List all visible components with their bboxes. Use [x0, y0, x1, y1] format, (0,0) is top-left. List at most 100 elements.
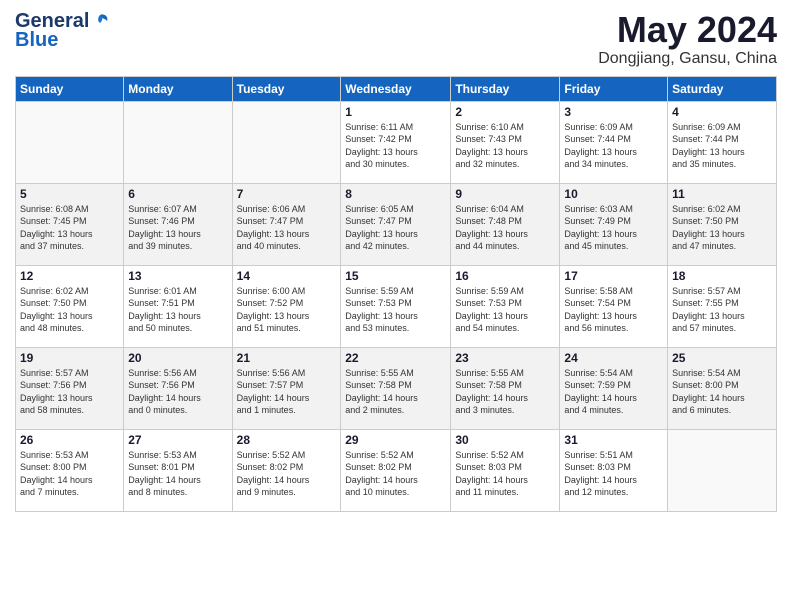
day-info: Sunrise: 5:54 AM Sunset: 7:59 PM Dayligh… — [564, 367, 663, 417]
day-info: Sunrise: 5:56 AM Sunset: 7:57 PM Dayligh… — [237, 367, 337, 417]
day-info: Sunrise: 6:02 AM Sunset: 7:50 PM Dayligh… — [672, 203, 772, 253]
day-info: Sunrise: 5:55 AM Sunset: 7:58 PM Dayligh… — [455, 367, 555, 417]
day-info: Sunrise: 5:53 AM Sunset: 8:00 PM Dayligh… — [20, 449, 119, 499]
day-info: Sunrise: 6:09 AM Sunset: 7:44 PM Dayligh… — [672, 121, 772, 171]
table-row: 17Sunrise: 5:58 AM Sunset: 7:54 PM Dayli… — [560, 265, 668, 347]
day-info: Sunrise: 6:03 AM Sunset: 7:49 PM Dayligh… — [564, 203, 663, 253]
day-info: Sunrise: 6:08 AM Sunset: 7:45 PM Dayligh… — [20, 203, 119, 253]
table-row — [232, 101, 341, 183]
table-row: 9Sunrise: 6:04 AM Sunset: 7:48 PM Daylig… — [451, 183, 560, 265]
calendar-week-row: 26 Sunrise: 5:53 AM Sunset: 8:00 PM Dayli… — [16, 429, 777, 511]
day-info: Sunrise: 6:01 AM Sunset: 7:51 PM Dayligh… — [128, 285, 227, 335]
day-info: Sunrise: 6:07 AM Sunset: 7:46 PM Dayligh… — [128, 203, 227, 253]
logo-bird-icon — [89, 11, 111, 33]
day-number: 2 — [455, 105, 555, 119]
calendar: Sunday Monday Tuesday Wednesday Thursday… — [15, 76, 777, 512]
table-row: 7 Sunrise: 6:06 AM Sunset: 7:47 PM Daylig… — [232, 183, 341, 265]
day-number: 27 — [128, 433, 227, 447]
table-row: 14 Sunrise: 6:00 AM Sunset: 7:52 PM Dayli… — [232, 265, 341, 347]
page: General Blue May 2024 Dongjiang, Gansu, … — [0, 0, 792, 612]
day-number: 14 — [237, 269, 337, 283]
day-info: Sunrise: 5:55 AM Sunset: 7:58 PM Dayligh… — [345, 367, 446, 417]
day-info: Sunrise: 6:02 AM Sunset: 7:50 PM Dayligh… — [20, 285, 119, 335]
table-row: 23Sunrise: 5:55 AM Sunset: 7:58 PM Dayli… — [451, 347, 560, 429]
day-info: Sunrise: 5:52 AM Sunset: 8:03 PM Dayligh… — [455, 449, 555, 499]
table-row: 29 Sunrise: 5:52 AM Sunset: 8:02 PM Dayli… — [341, 429, 451, 511]
day-number: 16 — [455, 269, 555, 283]
table-row: 30Sunrise: 5:52 AM Sunset: 8:03 PM Dayli… — [451, 429, 560, 511]
day-info: Sunrise: 6:00 AM Sunset: 7:52 PM Dayligh… — [237, 285, 337, 335]
day-info: Sunrise: 5:51 AM Sunset: 8:03 PM Dayligh… — [564, 449, 663, 499]
day-number: 12 — [20, 269, 119, 283]
table-row: 18Sunrise: 5:57 AM Sunset: 7:55 PM Dayli… — [668, 265, 777, 347]
table-row: 22 Sunrise: 5:55 AM Sunset: 7:58 PM Dayli… — [341, 347, 451, 429]
day-number: 3 — [564, 105, 663, 119]
day-info: Sunrise: 5:52 AM Sunset: 8:02 PM Dayligh… — [345, 449, 446, 499]
table-row: 4 Sunrise: 6:09 AM Sunset: 7:44 PM Daylig… — [668, 101, 777, 183]
day-info: Sunrise: 6:06 AM Sunset: 7:47 PM Dayligh… — [237, 203, 337, 253]
day-info: Sunrise: 6:11 AM Sunset: 7:42 PM Dayligh… — [345, 121, 446, 171]
day-info: Sunrise: 5:54 AM Sunset: 8:00 PM Dayligh… — [672, 367, 772, 417]
header-tuesday: Tuesday — [232, 76, 341, 101]
day-info: Sunrise: 5:59 AM Sunset: 7:53 PM Dayligh… — [455, 285, 555, 335]
day-info: Sunrise: 5:52 AM Sunset: 8:02 PM Dayligh… — [237, 449, 337, 499]
table-row — [668, 429, 777, 511]
table-row: 27 Sunrise: 5:53 AM Sunset: 8:01 PM Dayli… — [124, 429, 232, 511]
weekday-header-row: Sunday Monday Tuesday Wednesday Thursday… — [16, 76, 777, 101]
day-number: 4 — [672, 105, 772, 119]
table-row: 31Sunrise: 5:51 AM Sunset: 8:03 PM Dayli… — [560, 429, 668, 511]
day-number: 10 — [564, 187, 663, 201]
day-number: 5 — [20, 187, 119, 201]
day-info: Sunrise: 5:59 AM Sunset: 7:53 PM Dayligh… — [345, 285, 446, 335]
header-sunday: Sunday — [16, 76, 124, 101]
calendar-week-row: 5 Sunrise: 6:08 AM Sunset: 7:45 PM Daylig… — [16, 183, 777, 265]
table-row: 20Sunrise: 5:56 AM Sunset: 7:56 PM Dayli… — [124, 347, 232, 429]
table-row: 3 Sunrise: 6:09 AM Sunset: 7:44 PM Daylig… — [560, 101, 668, 183]
day-info: Sunrise: 5:57 AM Sunset: 7:55 PM Dayligh… — [672, 285, 772, 335]
header: General Blue May 2024 Dongjiang, Gansu, … — [15, 10, 777, 68]
table-row: 8 Sunrise: 6:05 AM Sunset: 7:47 PM Daylig… — [341, 183, 451, 265]
table-row — [124, 101, 232, 183]
day-info: Sunrise: 6:05 AM Sunset: 7:47 PM Dayligh… — [345, 203, 446, 253]
table-row: 16 Sunrise: 5:59 AM Sunset: 7:53 PM Dayli… — [451, 265, 560, 347]
calendar-week-row: 1 Sunrise: 6:11 AM Sunset: 7:42 PM Daylig… — [16, 101, 777, 183]
header-wednesday: Wednesday — [341, 76, 451, 101]
table-row: 13Sunrise: 6:01 AM Sunset: 7:51 PM Dayli… — [124, 265, 232, 347]
table-row: 11 Sunrise: 6:02 AM Sunset: 7:50 PM Dayli… — [668, 183, 777, 265]
day-number: 19 — [20, 351, 119, 365]
header-friday: Friday — [560, 76, 668, 101]
calendar-week-row: 12 Sunrise: 6:02 AM Sunset: 7:50 PM Dayli… — [16, 265, 777, 347]
day-info: Sunrise: 5:53 AM Sunset: 8:01 PM Dayligh… — [128, 449, 227, 499]
day-info: Sunrise: 5:56 AM Sunset: 7:56 PM Dayligh… — [128, 367, 227, 417]
day-number: 26 — [20, 433, 119, 447]
table-row: 1 Sunrise: 6:11 AM Sunset: 7:42 PM Daylig… — [341, 101, 451, 183]
header-monday: Monday — [124, 76, 232, 101]
table-row: 2 Sunrise: 6:10 AM Sunset: 7:43 PM Daylig… — [451, 101, 560, 183]
month-title: May 2024 — [598, 10, 777, 50]
day-info: Sunrise: 6:09 AM Sunset: 7:44 PM Dayligh… — [564, 121, 663, 171]
day-number: 22 — [345, 351, 446, 365]
table-row: 10 Sunrise: 6:03 AM Sunset: 7:49 PM Dayli… — [560, 183, 668, 265]
logo: General Blue — [15, 10, 111, 52]
table-row: 15Sunrise: 5:59 AM Sunset: 7:53 PM Dayli… — [341, 265, 451, 347]
day-number: 29 — [345, 433, 446, 447]
day-info: Sunrise: 5:57 AM Sunset: 7:56 PM Dayligh… — [20, 367, 119, 417]
day-number: 1 — [345, 105, 446, 119]
calendar-week-row: 19 Sunrise: 5:57 AM Sunset: 7:56 PM Dayli… — [16, 347, 777, 429]
day-number: 28 — [237, 433, 337, 447]
day-number: 11 — [672, 187, 772, 201]
day-number: 25 — [672, 351, 772, 365]
header-saturday: Saturday — [668, 76, 777, 101]
table-row: 19 Sunrise: 5:57 AM Sunset: 7:56 PM Dayli… — [16, 347, 124, 429]
day-info: Sunrise: 6:10 AM Sunset: 7:43 PM Dayligh… — [455, 121, 555, 171]
table-row: 25 Sunrise: 5:54 AM Sunset: 8:00 PM Dayli… — [668, 347, 777, 429]
table-row: 6 Sunrise: 6:07 AM Sunset: 7:46 PM Daylig… — [124, 183, 232, 265]
day-number: 7 — [237, 187, 337, 201]
day-number: 17 — [564, 269, 663, 283]
day-number: 9 — [455, 187, 555, 201]
table-row: 24 Sunrise: 5:54 AM Sunset: 7:59 PM Dayli… — [560, 347, 668, 429]
day-number: 6 — [128, 187, 227, 201]
day-number: 24 — [564, 351, 663, 365]
title-block: May 2024 Dongjiang, Gansu, China — [598, 10, 777, 68]
day-number: 8 — [345, 187, 446, 201]
